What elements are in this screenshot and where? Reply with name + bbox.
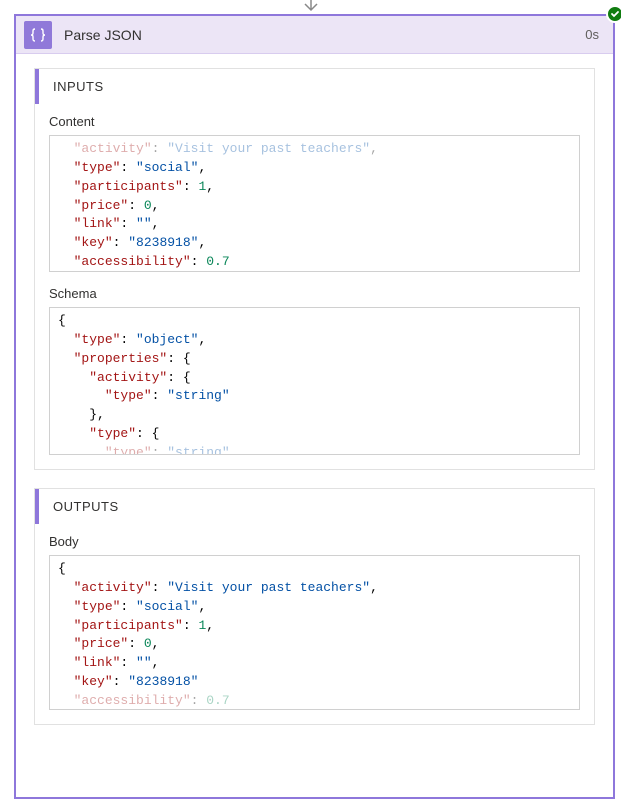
inputs-section: INPUTS Content "activity": "Visit your p… — [34, 68, 595, 470]
outputs-section: OUTPUTS Body { "activity": "Visit your p… — [34, 488, 595, 725]
content-label: Content — [49, 114, 580, 129]
action-duration: 0s — [585, 27, 599, 42]
success-check-icon — [606, 5, 621, 23]
inputs-section-title: INPUTS — [35, 69, 594, 104]
content-code-box[interactable]: "activity": "Visit your past teachers", … — [49, 135, 580, 272]
card-body: INPUTS Content "activity": "Visit your p… — [16, 54, 613, 797]
schema-field: Schema { "type": "object", "properties":… — [35, 286, 594, 469]
parse-json-icon — [24, 21, 52, 49]
outputs-section-title: OUTPUTS — [35, 489, 594, 524]
content-field: Content "activity": "Visit your past tea… — [35, 104, 594, 286]
parse-json-action-card[interactable]: Parse JSON 0s INPUTS Content "activity":… — [14, 14, 615, 799]
body-label: Body — [49, 534, 580, 549]
schema-code-box[interactable]: { "type": "object", "properties": { "act… — [49, 307, 580, 455]
body-code-box[interactable]: { "activity": "Visit your past teachers"… — [49, 555, 580, 710]
action-title: Parse JSON — [64, 27, 585, 43]
body-field: Body { "activity": "Visit your past teac… — [35, 524, 594, 724]
schema-label: Schema — [49, 286, 580, 301]
card-header[interactable]: Parse JSON 0s — [16, 16, 613, 54]
